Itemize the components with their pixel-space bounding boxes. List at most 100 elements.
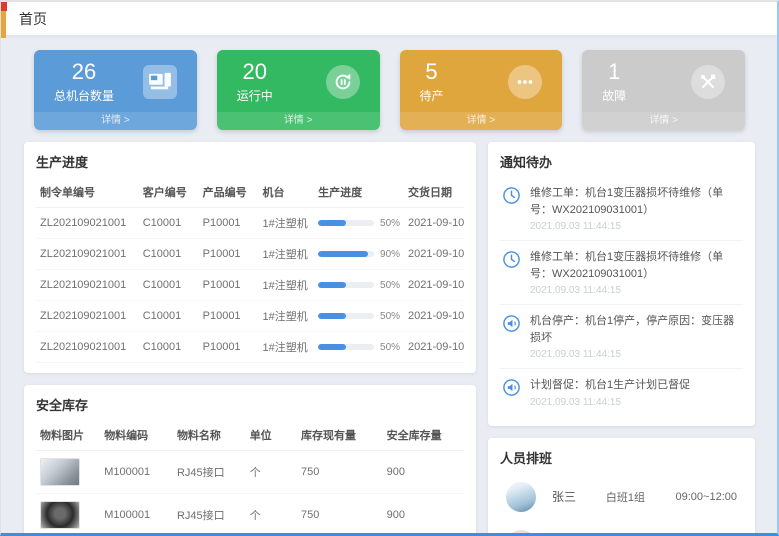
progress-label: 50% bbox=[380, 342, 400, 353]
panel-title: 通知待办 bbox=[500, 152, 743, 171]
panels-grid: 生产进度 制令单编号 客户编号 产品编号 机台 生 bbox=[24, 142, 755, 536]
stat-card-fault[interactable]: 1 故障 详情 > bbox=[582, 50, 745, 130]
ellipsis-icon bbox=[508, 65, 542, 99]
avatar bbox=[506, 482, 536, 512]
progress-bar bbox=[318, 313, 374, 319]
window-edge-orange bbox=[1, 11, 6, 38]
progress-bar bbox=[318, 344, 374, 350]
detail-link[interactable]: 详情 > bbox=[217, 112, 380, 130]
dashboard-content: 26 总机台数量 详情 > bbox=[1, 36, 777, 536]
table-row[interactable]: ZL202109021001 C10001 P10001 1#注塑机 50% bbox=[36, 332, 464, 363]
stat-label: 故障 bbox=[602, 87, 626, 104]
column-header: 物料编码 bbox=[100, 420, 173, 451]
speaker-icon bbox=[502, 314, 522, 334]
order-no: ZL202109021001 bbox=[36, 332, 139, 363]
product-no: P10001 bbox=[199, 332, 259, 363]
detail-link[interactable]: 详情 > bbox=[34, 112, 197, 130]
column-header: 安全库存量 bbox=[383, 420, 464, 451]
notification-text: 维修工单：机台1变压器损坏待维修（单号：WX202109031001） bbox=[530, 185, 741, 218]
progress-cell: 50% bbox=[314, 270, 404, 301]
card-main: 1 故障 bbox=[592, 60, 735, 104]
customer-no: C10001 bbox=[139, 301, 199, 332]
stat-card-total-machines[interactable]: 26 总机台数量 详情 > bbox=[34, 50, 197, 130]
page-title: 首页 bbox=[19, 9, 47, 29]
notification-item[interactable]: 机台停产：机台1停产，停产原因：变压器损坏 2021.09.03 11:44:1… bbox=[500, 305, 743, 369]
progress-label: 50% bbox=[380, 218, 400, 229]
customer-no: C10001 bbox=[139, 239, 199, 270]
left-column: 生产进度 制令单编号 客户编号 产品编号 机台 生 bbox=[24, 142, 476, 536]
material-image-connector bbox=[40, 501, 80, 529]
notification-item[interactable]: 维修工单：机台1变压器损坏待维修（单号：WX202109031001） 2021… bbox=[500, 177, 743, 241]
material-code: M100001 bbox=[100, 494, 173, 536]
schedule-row[interactable]: 李四 白班2组 12:00~16:00 bbox=[500, 521, 743, 536]
column-header: 交货日期 bbox=[404, 177, 464, 208]
personnel-schedule-panel: 人员排班 张三 白班1组 09:00~12:00 李四 白班2组 12:00~1… bbox=[488, 438, 755, 536]
column-header: 物料图片 bbox=[36, 420, 100, 451]
machine-name: 1#注塑机 bbox=[259, 301, 315, 332]
delivery-date: 2021-09-10 bbox=[404, 208, 464, 239]
table-row[interactable]: M100001 RJ45接口 个 750 900 bbox=[36, 451, 464, 494]
product-no: P10001 bbox=[199, 270, 259, 301]
running-icon bbox=[326, 65, 360, 99]
delivery-date: 2021-09-10 bbox=[404, 270, 464, 301]
stat-value: 20 bbox=[237, 60, 273, 84]
table-header-row: 制令单编号 客户编号 产品编号 机台 生产进度 交货日期 bbox=[36, 177, 464, 208]
material-code: M100001 bbox=[100, 451, 173, 494]
stat-value: 5 bbox=[420, 60, 444, 84]
clock-icon bbox=[502, 250, 522, 270]
safety-quantity: 900 bbox=[383, 451, 464, 494]
notification-text: 机台停产：机台1停产，停产原因：变压器损坏 bbox=[530, 313, 741, 346]
panel-title: 安全库存 bbox=[36, 395, 464, 414]
progress-label: 50% bbox=[380, 280, 400, 291]
progress-label: 90% bbox=[380, 249, 400, 260]
table-row[interactable]: ZL202109021001 C10001 P10001 1#注塑机 90% bbox=[36, 239, 464, 270]
customer-no: C10001 bbox=[139, 270, 199, 301]
machine-icon bbox=[143, 65, 177, 99]
column-header: 库存现有量 bbox=[297, 420, 383, 451]
column-header: 产品编号 bbox=[199, 177, 259, 208]
safety-stock-panel: 安全库存 物料图片 物料编码 物料名称 单位 库存 bbox=[24, 385, 476, 536]
notifications-panel: 通知待办 维修工单：机台1变压器损坏待维修（单号：WX202109031001）… bbox=[488, 142, 755, 426]
notification-item[interactable]: 计划督促：机台1生产计划已督促 2021.09.03 11:44:15 bbox=[500, 369, 743, 416]
notification-body: 计划督促：机台1生产计划已督促 2021.09.03 11:44:15 bbox=[530, 377, 690, 408]
schedule-row[interactable]: 张三 白班1组 09:00~12:00 bbox=[500, 473, 743, 521]
delivery-date: 2021-09-10 bbox=[404, 332, 464, 363]
progress-bar bbox=[318, 220, 374, 226]
detail-link[interactable]: 详情 > bbox=[582, 112, 745, 130]
stat-label: 运行中 bbox=[237, 87, 273, 104]
table-row[interactable]: ZL202109021001 C10001 P10001 1#注塑机 50% bbox=[36, 208, 464, 239]
column-header: 单位 bbox=[246, 420, 297, 451]
notification-body: 维修工单：机台1变压器损坏待维修（单号：WX202109031001） 2021… bbox=[530, 249, 741, 296]
table-row[interactable]: M100001 RJ45接口 个 750 900 bbox=[36, 494, 464, 536]
stat-cards-row: 26 总机台数量 详情 > bbox=[24, 36, 755, 132]
progress-cell: 50% bbox=[314, 208, 404, 239]
notification-item[interactable]: 维修工单：机台1变压器损坏待维修（单号：WX202109031001） 2021… bbox=[500, 241, 743, 305]
table-row[interactable]: ZL202109021001 C10001 P10001 1#注塑机 50% bbox=[36, 301, 464, 332]
progress-bar bbox=[318, 251, 374, 257]
notification-text: 维修工单：机台1变压器损坏待维修（单号：WX202109031001） bbox=[530, 249, 741, 282]
speaker-icon bbox=[502, 378, 522, 398]
order-no: ZL202109021001 bbox=[36, 270, 139, 301]
progress-label: 50% bbox=[380, 311, 400, 322]
shift-time: 09:00~12:00 bbox=[676, 491, 737, 503]
stat-card-pending[interactable]: 5 待产 详情 > bbox=[400, 50, 563, 130]
stat-value: 26 bbox=[54, 60, 114, 84]
stat-card-running[interactable]: 20 运行中 详情 > bbox=[217, 50, 380, 130]
tools-icon bbox=[691, 65, 725, 99]
safety-quantity: 900 bbox=[383, 494, 464, 536]
table-row[interactable]: ZL202109021001 C10001 P10001 1#注塑机 50% bbox=[36, 270, 464, 301]
shift-label: 白班1组 bbox=[606, 489, 676, 505]
machine-name: 1#注塑机 bbox=[259, 239, 315, 270]
column-header: 客户编号 bbox=[139, 177, 199, 208]
notification-text: 计划督促：机台1生产计划已督促 bbox=[530, 377, 690, 394]
machine-name: 1#注塑机 bbox=[259, 208, 315, 239]
material-name: RJ45接口 bbox=[173, 494, 246, 536]
right-column: 通知待办 维修工单：机台1变压器损坏待维修（单号：WX202109031001）… bbox=[488, 142, 755, 536]
column-header: 机台 bbox=[259, 177, 315, 208]
progress-bar bbox=[318, 282, 374, 288]
detail-link[interactable]: 详情 > bbox=[400, 112, 563, 130]
notification-time: 2021.09.03 11:44:15 bbox=[530, 285, 741, 296]
notification-body: 维修工单：机台1变压器损坏待维修（单号：WX202109031001） 2021… bbox=[530, 185, 741, 232]
material-unit: 个 bbox=[246, 494, 297, 536]
progress-cell: 50% bbox=[314, 301, 404, 332]
